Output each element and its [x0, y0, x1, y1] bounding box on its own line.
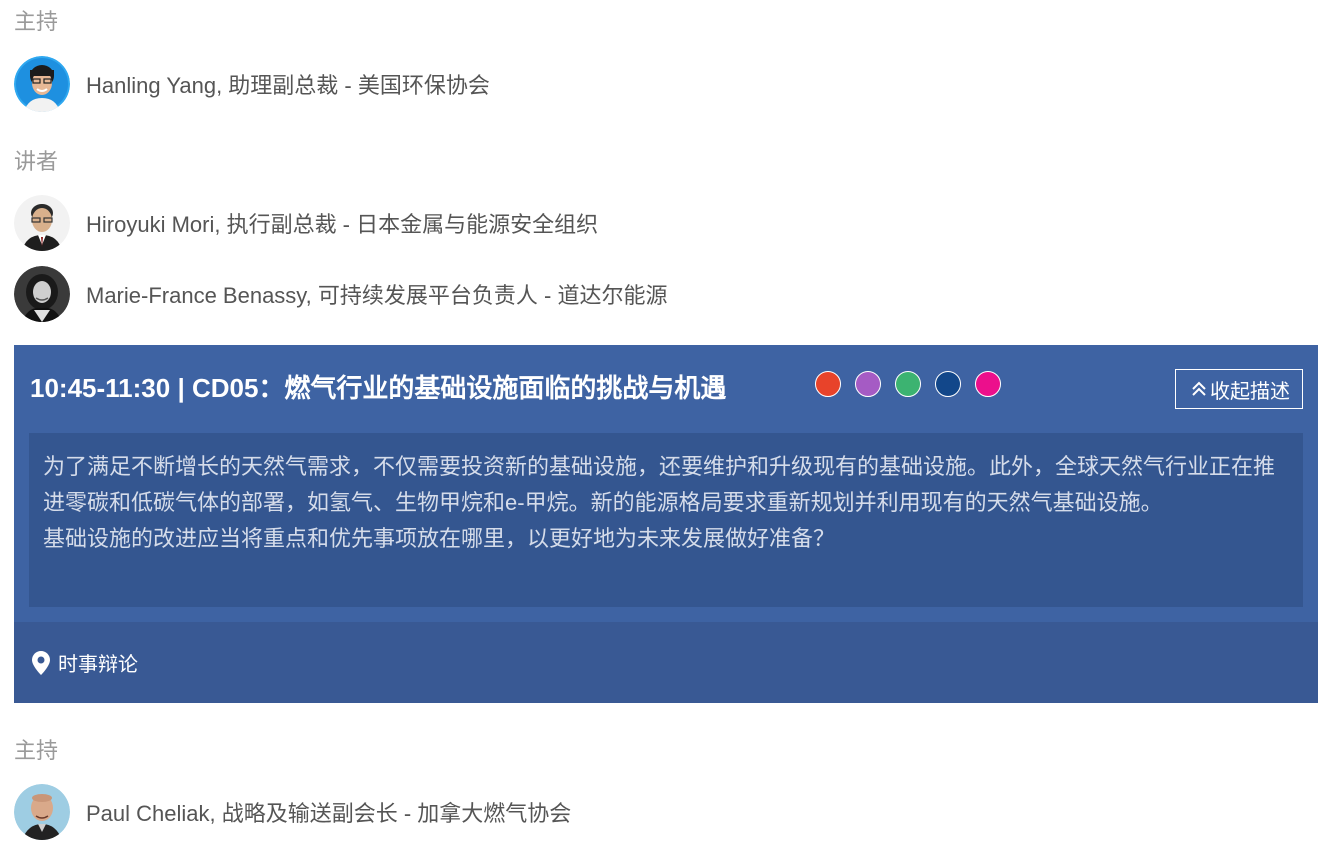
- moderator-label: 主持: [14, 738, 59, 763]
- person-row[interactable]: Hiroyuki Mori, 执行副总裁 - 日本金属与能源安全组织: [14, 194, 598, 252]
- session-location: 时事辩论: [14, 622, 1318, 703]
- person-row[interactable]: Marie-France Benassy, 可持续发展平台负责人 - 道达尔能源: [14, 265, 667, 323]
- description-paragraph: 为了满足不断增长的天然气需求，不仅需要投资新的基础设施，还要维护和升级现有的基础…: [43, 454, 1276, 515]
- collapse-label: 收起描述: [1210, 380, 1290, 403]
- session-tags: [815, 371, 1015, 397]
- description-paragraph: 基础设施的改进应当将重点和优先事项放在哪里，以更好地为未来发展做好准备？: [43, 526, 836, 551]
- person-name: Hanling Yang, 助理副总裁 - 美国环保协会: [86, 73, 490, 98]
- moderator-label: 主持: [14, 9, 59, 34]
- tag-dot: [855, 371, 881, 397]
- session-panel: 10:45-11:30 | CD05：燃气行业的基础设施面临的挑战与机遇 收起描…: [14, 345, 1318, 703]
- person-name: Hiroyuki Mori, 执行副总裁 - 日本金属与能源安全组织: [86, 212, 599, 237]
- speakers-label: 讲者: [14, 149, 59, 174]
- map-pin-icon: [32, 650, 50, 675]
- session-description: 为了满足不断增长的天然气需求，不仅需要投资新的基础设施，还要维护和升级现有的基础…: [29, 433, 1303, 607]
- person-row[interactable]: Hanling Yang, 助理副总裁 - 美国环保协会: [14, 55, 490, 113]
- person-photo-icon: [14, 266, 70, 322]
- person-row[interactable]: Paul Cheliak, 战略及输送副会长 - 加拿大燃气协会: [14, 783, 571, 841]
- person-photo-icon: [14, 195, 70, 251]
- person-photo-icon: [14, 784, 70, 840]
- tag-dot: [895, 371, 921, 397]
- tag-dot: [975, 371, 1001, 397]
- person-photo-icon: [14, 56, 70, 112]
- person-name: Marie-France Benassy, 可持续发展平台负责人 - 道达尔能源: [86, 283, 668, 308]
- person-name: Paul Cheliak, 战略及输送副会长 - 加拿大燃气协会: [86, 801, 572, 826]
- tag-dot: [815, 371, 841, 397]
- collapse-description-button[interactable]: 收起描述: [1175, 369, 1303, 409]
- session-title: 10:45-11:30 | CD05：燃气行业的基础设施面临的挑战与机遇: [30, 373, 727, 403]
- double-chevron-up-icon: [1192, 381, 1206, 396]
- tag-dot: [935, 371, 961, 397]
- location-text: 时事辩论: [58, 654, 138, 676]
- agenda-page: 主持 Hanling Yang, 助理副总裁 - 美国环保协会 讲者 Hiroy…: [0, 0, 1326, 852]
